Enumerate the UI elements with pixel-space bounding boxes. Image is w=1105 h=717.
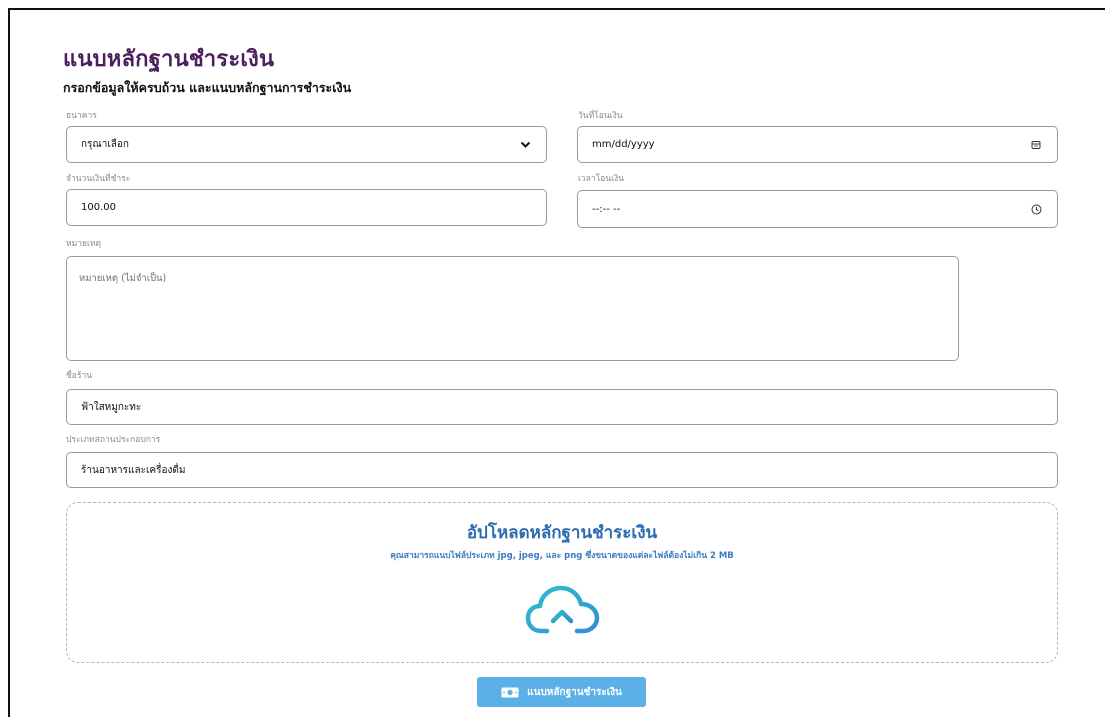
transfer-date-value: mm/dd/yyyy [592,139,655,150]
amount-input[interactable]: 100.00 [66,189,547,226]
transfer-time-value: --:-- -- [592,203,621,215]
shop-name-label: ชื่อร้าน [66,371,93,381]
money-icon [501,687,519,697]
submit-proof-label: แนบหลักฐานชำระเงิน [527,686,622,698]
transfer-time-input[interactable]: --:-- -- [577,190,1058,228]
bank-select[interactable]: กรุณาเลือก [66,126,547,163]
note-label: หมายเหตุ [66,239,101,249]
amount-label: จำนวนเงินที่ชำระ [66,174,131,184]
transfer-time-label: เวลาโอนเงิน [578,174,625,184]
transfer-date-label: วันที่โอนเงิน [578,111,623,121]
business-type-value: ร้านอาหารและเครื่องดื่ม [81,464,186,476]
chevron-down-icon [518,138,532,152]
clock-icon[interactable] [1029,202,1043,216]
upload-title: อัปโหลดหลักฐานชำระเงิน [466,523,658,543]
business-type-label: ประเภทสถานประกอบการ [66,435,161,445]
cloud-upload-icon[interactable] [525,583,601,643]
transfer-date-input[interactable]: mm/dd/yyyy [577,126,1058,163]
note-textarea[interactable] [66,256,959,361]
upload-description: คุณสามารถแนบไฟล์ประเภท jpg, jpeg, และ pn… [390,551,734,561]
upload-dropzone[interactable]: อัปโหลดหลักฐานชำระเงิน คุณสามารถแนบไฟล์ป… [66,502,1058,663]
page-subtitle: กรอกข้อมูลให้ครบถ้วน และแนบหลักฐานการชำร… [63,80,352,95]
submit-proof-button[interactable]: แนบหลักฐานชำระเงิน [477,677,646,707]
shop-name-input[interactable]: ฟ้าใสหมูกะทะ [66,389,1058,425]
shop-name-value: ฟ้าใสหมูกะทะ [81,401,142,413]
amount-value: 100.00 [81,202,116,213]
bank-label: ธนาคาร [66,111,97,121]
business-type-input[interactable]: ร้านอาหารและเครื่องดื่ม [66,452,1058,488]
bank-select-value: กรุณาเลือก [81,139,129,150]
calendar-icon[interactable] [1029,138,1043,152]
page-title: แนบหลักฐานชำระเงิน [63,47,275,72]
